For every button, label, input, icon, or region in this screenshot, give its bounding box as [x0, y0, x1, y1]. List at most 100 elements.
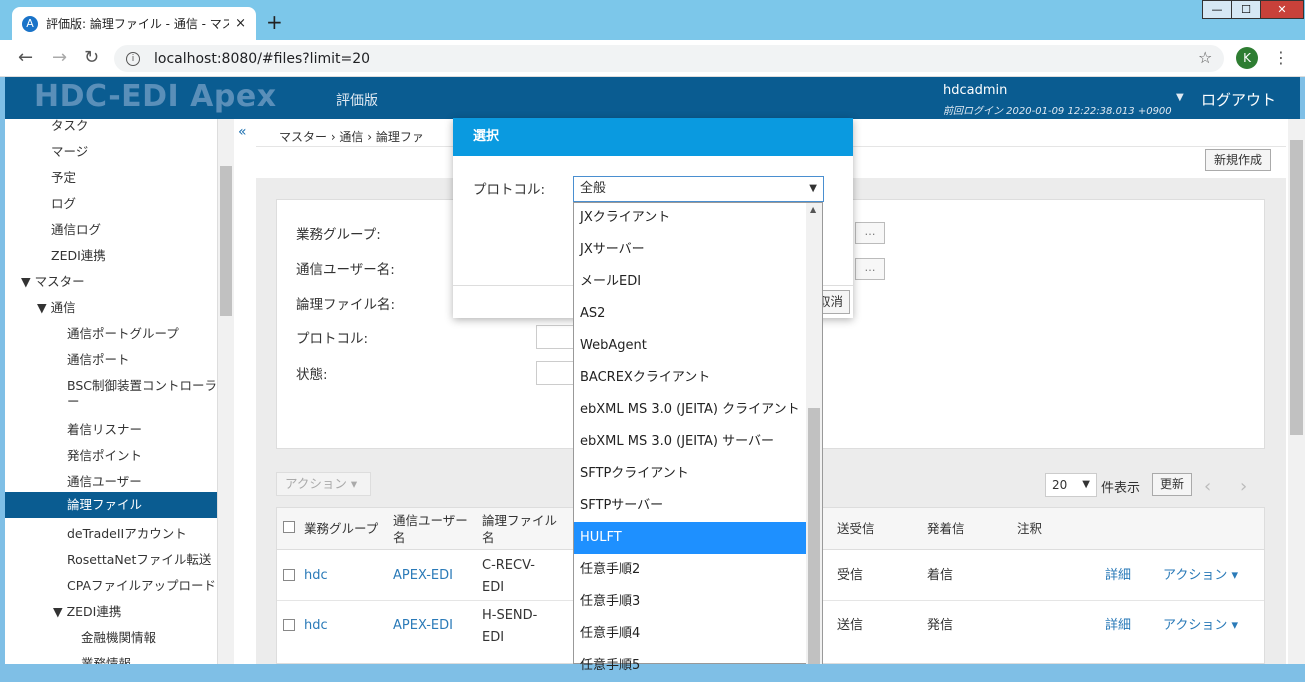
sidebar-item-merge[interactable]: マージ: [51, 141, 88, 160]
protocol-option[interactable]: 任意手順3: [574, 586, 806, 618]
sidebar-scroll-thumb[interactable]: [220, 166, 232, 316]
sidebar-item-zedi-master[interactable]: ▼ ZEDI連携: [53, 601, 121, 620]
sidebar-item-zedi[interactable]: ZEDI連携: [51, 245, 106, 264]
row-action-dropdown[interactable]: アクション ▾: [1163, 615, 1238, 637]
per-page-select[interactable]: 20 ▼: [1045, 473, 1097, 497]
th-note[interactable]: 注釈: [1017, 520, 1042, 537]
business-group-picker-button[interactable]: …: [855, 222, 885, 244]
protocol-option[interactable]: SFTPクライアント: [574, 458, 806, 490]
select-all-checkbox[interactable]: [283, 521, 295, 533]
row-action-dropdown[interactable]: アクション ▾: [1163, 565, 1238, 587]
select-arrow-icon: ▼: [809, 183, 817, 194]
sidebar-item-bsc[interactable]: BSC制御装置コントローラ: [67, 375, 217, 394]
tab-close-icon[interactable]: ×: [235, 16, 246, 31]
protocol-option[interactable]: ebXML MS 3.0 (JEITA) サーバー: [574, 426, 806, 458]
new-tab-button[interactable]: +: [266, 10, 283, 34]
detail-link[interactable]: 詳細: [1105, 615, 1131, 637]
bulk-action-dropdown[interactable]: アクション ▾: [276, 472, 371, 496]
th-call[interactable]: 発着信: [927, 520, 965, 537]
forward-arrow-icon[interactable]: →: [52, 47, 67, 68]
th-comm-user[interactable]: 通信ユーザー名: [393, 512, 469, 546]
profile-avatar[interactable]: K: [1236, 47, 1258, 69]
per-page-label: 件表示: [1101, 481, 1141, 496]
sidebar: タスク マージ 予定 ログ 通信ログ ZEDI連携 ▼ マスター ▼ 通信 通信…: [5, 119, 218, 664]
window-close-button[interactable]: ✕: [1260, 0, 1304, 19]
protocol-option[interactable]: ebXML MS 3.0 (JEITA) クライアント: [574, 394, 806, 426]
protocol-option[interactable]: JXサーバー: [574, 234, 806, 266]
sidebar-item-point[interactable]: 発信ポイント: [67, 445, 142, 464]
row-checkbox[interactable]: [283, 619, 295, 631]
sidebar-item-listener[interactable]: 着信リスナー: [67, 419, 142, 438]
sidebar-item-bank[interactable]: 金融機関情報: [81, 627, 156, 646]
prev-page-icon[interactable]: ‹: [1204, 476, 1211, 497]
url-text: localhost:8080/#files?limit=20: [154, 50, 371, 67]
app-favicon-icon: A: [22, 15, 38, 32]
scroll-up-arrow-icon[interactable]: ▲: [810, 205, 816, 214]
protocol-option[interactable]: 任意手順2: [574, 554, 806, 586]
reload-icon[interactable]: ↻: [84, 47, 99, 68]
cell-group[interactable]: hdc: [304, 615, 328, 637]
sidebar-item-comm-user[interactable]: 通信ユーザー: [67, 471, 142, 490]
user-menu-caret-icon[interactable]: ▼: [1176, 92, 1184, 103]
label-logical-file: 論理ファイル名:: [296, 297, 396, 313]
protocol-option[interactable]: AS2: [574, 298, 806, 330]
cell-user[interactable]: APEX-EDI: [393, 615, 453, 637]
cell-group[interactable]: hdc: [304, 565, 328, 587]
browser-tab[interactable]: A 評価版: 論理ファイル - 通信 - マス ×: [12, 7, 256, 40]
window-minimize-button[interactable]: —: [1202, 0, 1232, 19]
protocol-option[interactable]: メールEDI: [574, 266, 806, 298]
user-name[interactable]: hdcadmin: [943, 83, 1007, 98]
th-business-group[interactable]: 業務グループ: [304, 520, 378, 537]
browser-menu-icon[interactable]: ⋮: [1273, 48, 1289, 67]
label-business-group: 業務グループ:: [296, 227, 381, 243]
detail-link[interactable]: 詳細: [1105, 565, 1131, 587]
bookmark-star-icon[interactable]: ☆: [1198, 48, 1212, 67]
protocol-option[interactable]: JXクライアント: [574, 202, 806, 234]
row-checkbox[interactable]: [283, 569, 295, 581]
sidebar-item-business[interactable]: 業務情報: [81, 653, 131, 664]
sidebar-item-schedule[interactable]: 予定: [51, 167, 76, 186]
next-page-icon[interactable]: ›: [1240, 476, 1247, 497]
options-scroll-thumb[interactable]: [808, 408, 820, 664]
protocol-option[interactable]: 任意手順5: [574, 650, 806, 682]
status-filter-select[interactable]: [536, 361, 576, 385]
th-direction[interactable]: 送受信: [837, 520, 875, 537]
protocol-option[interactable]: WebAgent: [574, 330, 806, 362]
sidebar-item-bsc-wrap[interactable]: ー: [67, 391, 80, 410]
protocol-option[interactable]: 任意手順4: [574, 618, 806, 650]
sidebar-item-port[interactable]: 通信ポート: [67, 349, 130, 368]
address-bar[interactable]: i localhost:8080/#files?limit=20: [114, 45, 1224, 72]
th-logical-file[interactable]: 論理ファイル名: [482, 512, 558, 546]
protocol-option[interactable]: BACREXクライアント: [574, 362, 806, 394]
last-login: 前回ログイン 2020-01-09 12:22:38.013 +0900: [943, 106, 1172, 117]
cell-user[interactable]: APEX-EDI: [393, 565, 453, 587]
window-maximize-button[interactable]: ☐: [1231, 0, 1261, 19]
sidebar-item-log[interactable]: ログ: [51, 193, 76, 212]
cell-call: 発信: [927, 618, 954, 633]
new-create-button[interactable]: 新規作成: [1205, 149, 1272, 171]
protocol-filter-select[interactable]: [536, 325, 576, 349]
tab-title: 評価版: 論理ファイル - 通信 - マス: [46, 17, 230, 31]
protocol-option[interactable]: SFTPサーバー: [574, 490, 806, 522]
refresh-button[interactable]: 更新: [1152, 473, 1193, 496]
main-scroll-thumb[interactable]: [1290, 140, 1303, 435]
protocol-label: プロトコル:: [473, 182, 546, 198]
sidebar-item-master[interactable]: ▼ マスター: [21, 271, 85, 290]
sidebar-item-port-group[interactable]: 通信ポートグループ: [67, 323, 179, 342]
collapse-sidebar-icon[interactable]: «: [238, 124, 247, 140]
comm-user-picker-button[interactable]: …: [855, 258, 885, 280]
breadcrumb: マスター › 通信 › 論理ファ: [279, 130, 424, 144]
logout-link[interactable]: ログアウト: [1201, 89, 1276, 110]
label-protocol: プロトコル:: [296, 331, 369, 347]
sidebar-item-logical-file[interactable]: 論理ファイル: [5, 492, 217, 518]
protocol-option[interactable]: HULFT: [574, 522, 806, 554]
sidebar-item-task[interactable]: タスク: [51, 119, 89, 134]
sidebar-item-comm[interactable]: ▼ 通信: [37, 297, 76, 316]
sidebar-item-rosettanet[interactable]: RosettaNetファイル転送: [67, 549, 211, 568]
sidebar-item-comm-log[interactable]: 通信ログ: [51, 219, 101, 238]
site-info-icon[interactable]: i: [126, 51, 140, 66]
sidebar-item-cpa[interactable]: CPAファイルアップロード: [67, 575, 216, 594]
back-arrow-icon[interactable]: ←: [18, 47, 33, 68]
sidebar-item-detrade[interactable]: deTradeIIアカウント: [67, 523, 187, 542]
protocol-select[interactable]: 全般 ▼: [573, 176, 824, 202]
